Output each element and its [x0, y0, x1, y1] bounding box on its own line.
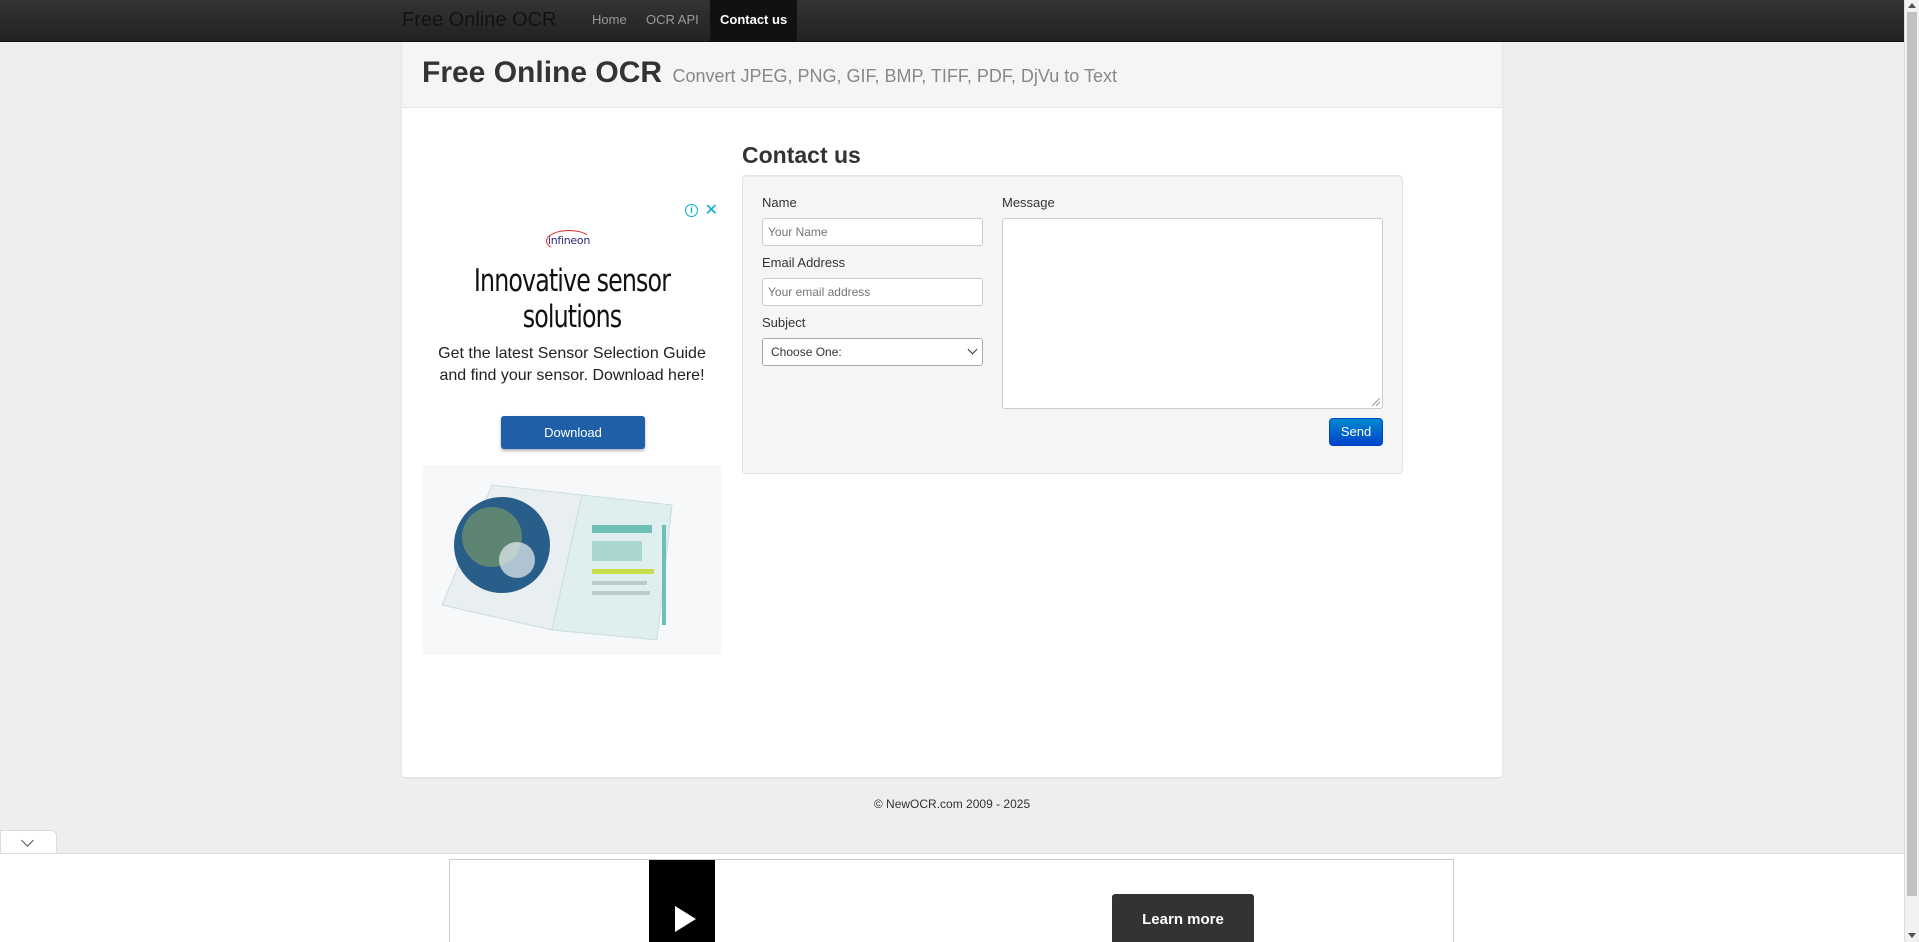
contact-heading: Contact us [742, 142, 861, 168]
sidebar-ad[interactable]: i ✕ infineon Innovative sensor solutions… [422, 160, 722, 660]
page-scrollbar[interactable] [1904, 0, 1919, 942]
scroll-thumb[interactable] [1907, 12, 1917, 896]
top-navbar: Free Online OCR Home OCR API Contact us [0, 0, 1904, 42]
message-label: Message [1002, 195, 1055, 210]
ad-brochure-image [422, 465, 722, 655]
subject-label: Subject [762, 315, 806, 330]
chevron-down-icon [967, 344, 978, 355]
main-container: Free Online OCR Convert JPEG, PNG, GIF, … [402, 42, 1502, 777]
page-subtitle: Convert JPEG, PNG, GIF, BMP, TIFF, PDF, … [672, 66, 1117, 86]
email-input[interactable] [762, 278, 983, 306]
ad-download-button[interactable]: Download [501, 416, 645, 449]
name-label: Name [762, 195, 797, 210]
page-title: Free Online OCR [422, 56, 663, 89]
learn-more-button[interactable]: Learn more [1112, 894, 1254, 942]
email-label: Email Address [762, 255, 846, 270]
close-icon[interactable]: ✕ [705, 200, 718, 220]
send-button[interactable]: Send [1329, 418, 1383, 446]
bottom-sticky-ad: Learn more [0, 853, 1904, 942]
brand-link[interactable]: Free Online OCR [402, 9, 557, 32]
ad-headline: Innovative sensor solutions [473, 263, 671, 335]
chevron-down-icon [21, 834, 34, 847]
contact-form: Name Email Address Subject Choose One: M… [742, 175, 1403, 474]
name-input[interactable] [762, 218, 983, 246]
bottom-ad-banner[interactable]: Learn more [449, 859, 1454, 942]
nav-contact-us[interactable]: Contact us [710, 0, 798, 41]
play-icon[interactable] [675, 906, 696, 932]
subject-selected-value: Choose One: [771, 345, 842, 359]
info-icon[interactable]: i [685, 204, 698, 217]
message-textarea[interactable] [1002, 218, 1383, 409]
nav-home[interactable]: Home [582, 0, 637, 41]
hero-unit: Free Online OCR Convert JPEG, PNG, GIF, … [402, 42, 1502, 108]
subject-select[interactable]: Choose One: [762, 338, 983, 366]
ad-video[interactable] [649, 860, 715, 942]
infineon-logo: infineon [546, 230, 592, 252]
nav-ocr-api[interactable]: OCR API [636, 0, 709, 41]
scroll-up-icon[interactable] [1908, 3, 1916, 8]
brochure-illustration [422, 465, 722, 655]
collapse-ad-button[interactable] [0, 830, 57, 854]
scroll-down-icon[interactable] [1908, 933, 1916, 938]
footer-copyright: © NewOCR.com 2009 - 2025 [873, 797, 1031, 811]
ad-body: Get the latest Sensor Selection Guide an… [438, 345, 706, 384]
resize-handle-icon[interactable] [1372, 398, 1380, 406]
